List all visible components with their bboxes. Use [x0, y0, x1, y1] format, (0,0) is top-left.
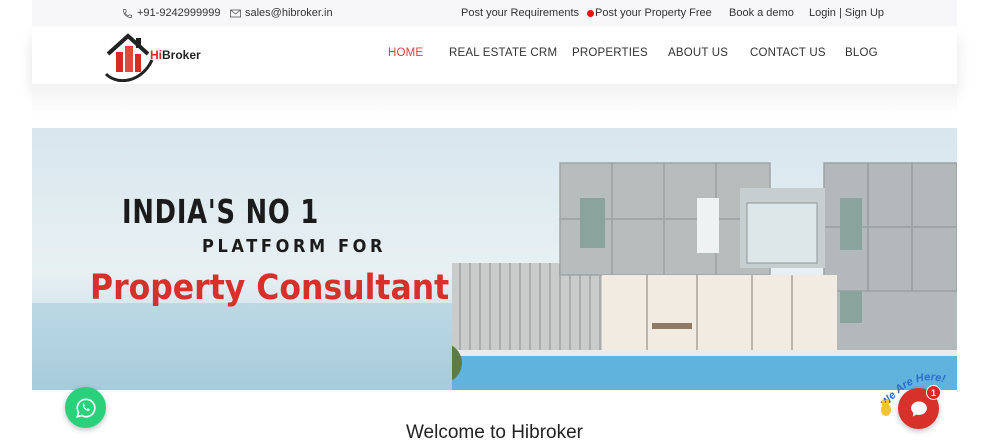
logo-wordmark-rest: Broker: [162, 48, 201, 62]
book-demo-link[interactable]: Book a demo: [729, 7, 794, 19]
nav-about-us[interactable]: ABOUT US: [668, 47, 728, 59]
chat-icon: [910, 401, 927, 416]
nav-blog[interactable]: BLOG: [845, 47, 878, 59]
hero-house-illustration: [452, 162, 957, 390]
post-property-link[interactable]: Post your Property Free: [587, 7, 712, 19]
post-property-label: Post your Property Free: [595, 7, 712, 19]
live-dot-icon: [587, 9, 594, 17]
nav-real-estate-crm[interactable]: REAL ESTATE CRM: [449, 47, 557, 59]
email-address: sales@hibroker.in: [245, 7, 333, 19]
post-requirements-label: Post your Requirements: [461, 7, 579, 19]
phone-link[interactable]: +91-9242999999: [122, 7, 221, 19]
chat-notification-badge: 1: [926, 385, 941, 400]
nav-contact-us[interactable]: CONTACT US: [750, 47, 826, 59]
main-navbar: HiBroker HOME REAL ESTATE CRM PROPERTIES…: [32, 26, 957, 84]
page: +91-9242999999 sales@hibroker.in Post yo…: [0, 0, 989, 442]
nav-home[interactable]: HOME: [388, 47, 423, 59]
top-bar: +91-9242999999 sales@hibroker.in Post yo…: [32, 0, 957, 26]
post-requirements-link[interactable]: Post your Requirements: [461, 7, 579, 19]
phone-icon: [122, 8, 133, 19]
hero-headline-line3: Property Consultant: [90, 268, 450, 308]
navbar-shadow-gap: [32, 84, 957, 128]
whatsapp-icon: [75, 397, 96, 418]
welcome-heading: Welcome to Hibroker: [405, 422, 584, 442]
nav-properties[interactable]: PROPERTIES: [572, 47, 648, 59]
logo-house-icon: [104, 33, 154, 83]
login-signup-link[interactable]: Login | Sign Up: [809, 7, 884, 19]
whatsapp-button[interactable]: [65, 387, 106, 428]
email-icon: [230, 9, 241, 18]
hero-sea-background: [32, 303, 502, 390]
login-signup-label: Login | Sign Up: [809, 7, 885, 19]
hero-headline-line1: INDIA'S NO 1: [122, 192, 320, 231]
phone-number: +91-9242999999: [137, 7, 221, 19]
book-demo-label: Book a demo: [729, 7, 794, 19]
hero-banner: INDIA'S NO 1 PLATFORM FOR Property Consu…: [32, 128, 957, 390]
hero-headline-line2: PLATFORM FOR: [202, 236, 387, 257]
logo-wordmark[interactable]: HiBroker: [150, 48, 201, 62]
email-link[interactable]: sales@hibroker.in: [230, 7, 333, 19]
logo-wordmark-hi: Hi: [150, 48, 162, 62]
